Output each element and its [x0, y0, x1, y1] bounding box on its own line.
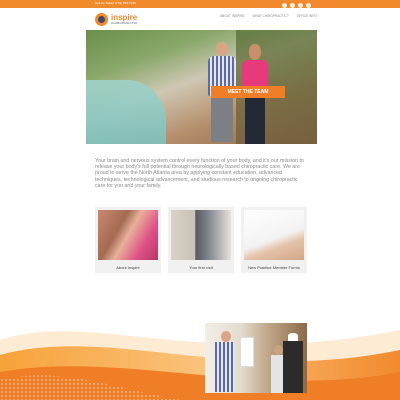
card-image — [171, 210, 231, 260]
site-header: inspire CHIROPRACTIC About Inspire What … — [0, 8, 400, 30]
card-label: About Inspire — [116, 265, 140, 270]
nav-item-about[interactable]: About Inspire — [220, 14, 245, 18]
card-first-visit[interactable]: Your first visit — [168, 207, 234, 273]
phone-text[interactable]: Call Us Today! (770) 555-7246 — [95, 1, 136, 5]
card-about-inspire[interactable]: About Inspire — [95, 207, 161, 273]
main-nav: About Inspire What Chiropractic? Office … — [220, 14, 317, 18]
logo-mark-icon — [95, 12, 108, 26]
intro-paragraph: Your brain and nervous system control ev… — [95, 158, 304, 189]
top-bar: Call Us Today! (770) 555-7246 — [0, 0, 400, 8]
card-label: Your first visit — [189, 265, 213, 270]
hero-water — [86, 80, 166, 144]
meet-the-team-button[interactable]: MEET THE TEAM — [211, 86, 285, 98]
card-image — [98, 210, 158, 260]
footer-photo — [205, 323, 307, 393]
logo[interactable]: inspire CHIROPRACTIC — [95, 11, 137, 27]
footer-wave — [0, 310, 400, 400]
nav-item-office-info[interactable]: Office Info — [297, 14, 317, 18]
card-label: New Practice Member Forms — [248, 265, 300, 270]
card-image — [244, 210, 304, 260]
card-member-forms[interactable]: New Practice Member Forms — [241, 207, 307, 273]
nav-item-chiropractic[interactable]: What Chiropractic? — [253, 14, 289, 18]
hero-image: MEET THE TEAM — [86, 30, 317, 144]
feature-cards: About Inspire Your first visit New Pract… — [95, 207, 307, 273]
spine-poster — [240, 337, 254, 367]
logo-subtitle: CHIROPRACTIC — [111, 20, 138, 25]
